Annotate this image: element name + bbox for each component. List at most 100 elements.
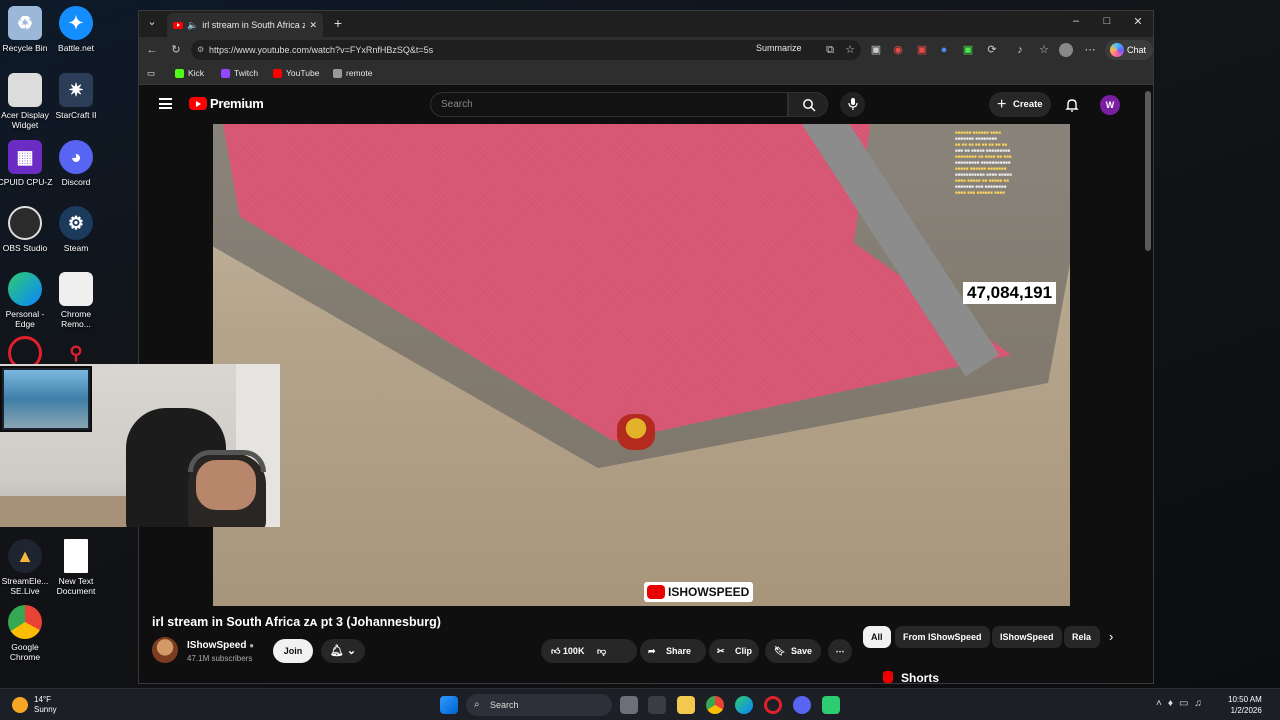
subscription-bell-button[interactable]: 🔔︎ ⌄: [321, 639, 365, 663]
maximize-icon[interactable]: □: [1096, 15, 1118, 31]
chip-related[interactable]: Rela: [1064, 626, 1100, 648]
edge-icon: [8, 272, 42, 306]
like-dislike-button[interactable]: 👍︎ 100K 👎︎: [541, 639, 637, 663]
extensions-puzzle-icon[interactable]: ⟳: [985, 43, 999, 57]
chevron-down-icon: ⌄: [346, 645, 357, 657]
search-input[interactable]: Search: [430, 92, 788, 117]
obs-icon: [8, 206, 42, 240]
desktop-icon-obs[interactable]: OBS Studio: [0, 206, 53, 253]
clip-button[interactable]: ✂ Clip: [709, 639, 759, 663]
weather-widget[interactable]: 14°F Sunny: [12, 695, 57, 715]
desktop-icon-chrome-remote[interactable]: Chrome Remo...: [48, 272, 104, 329]
refresh-icon[interactable]: ↻: [169, 43, 183, 57]
favorites-icon[interactable]: ♪: [1013, 43, 1027, 57]
display-icon[interactable]: ▭: [1179, 698, 1194, 709]
voice-search-button[interactable]: [840, 92, 865, 117]
site-info-icon[interactable]: ⚙: [197, 40, 204, 60]
thumbs-down-icon[interactable]: 👎︎: [597, 646, 606, 656]
desktop-icon-chrome[interactable]: Google Chrome: [0, 605, 53, 662]
widgets-icon[interactable]: [648, 696, 666, 714]
file-explorer-icon[interactable]: [677, 696, 695, 714]
account-avatar[interactable]: W: [1100, 95, 1120, 115]
system-tray[interactable]: ˄♦▭♫: [1156, 698, 1208, 709]
more-menu-icon[interactable]: ⋯: [1083, 43, 1097, 57]
desktop-icon-acer[interactable]: Acer Display Widget: [0, 73, 53, 130]
starcraft-icon: ✷: [59, 73, 93, 107]
copilot-chat-button[interactable]: Chat: [1105, 40, 1153, 60]
acer-icon: [8, 73, 42, 107]
split-screen-icon[interactable]: ⧉: [823, 43, 837, 57]
desktop-icon-cpuz[interactable]: ▦ CPUID CPU-Z: [0, 140, 53, 187]
desktop-icon-battlenet[interactable]: ✦ Battle.net: [48, 6, 104, 53]
desktop-icon-steam[interactable]: ⚙ Steam: [48, 206, 104, 253]
tab-youtube[interactable]: 🔈 irl stream in South Africa ᴢᴀ pt ✕: [167, 13, 323, 37]
video-player[interactable]: ■■■■■■ ■■■■■■ ■■■■ ■■■■■■■ ■■■■■■■■ ■■ ■…: [213, 124, 1070, 606]
bookmarks-folder-icon[interactable]: ▭: [147, 68, 155, 79]
bookmark-kick[interactable]: Kick: [175, 68, 204, 78]
menu-icon[interactable]: [159, 98, 172, 109]
discord-taskbar-icon[interactable]: [793, 696, 811, 714]
clock[interactable]: 10:50 AM 1/2/2026: [1228, 694, 1262, 716]
bookmark-remote[interactable]: remote: [333, 68, 372, 78]
extension-5-icon[interactable]: ▣: [961, 43, 975, 57]
share-button[interactable]: ➦ Share: [640, 639, 706, 663]
remote-icon: [333, 68, 342, 78]
opera-taskbar-icon[interactable]: [764, 696, 782, 714]
desktop-icon-text-document[interactable]: New Text Document: [48, 539, 104, 596]
close-tab-icon[interactable]: ✕: [309, 20, 317, 31]
channel-avatar[interactable]: [152, 637, 178, 663]
summarize-label: Summarize: [756, 43, 802, 53]
desktop-icon-streamelements[interactable]: ▲ StreamEle... SE.Live: [0, 539, 53, 596]
new-tab-icon[interactable]: +: [327, 15, 349, 31]
more-actions-button[interactable]: ⋯: [828, 639, 852, 663]
page-scrollbar[interactable]: [1145, 91, 1151, 251]
favorite-star-icon[interactable]: ☆: [843, 43, 857, 57]
summarize-button[interactable]: Summarize: [756, 43, 802, 53]
extension-1-icon[interactable]: ▣: [869, 43, 883, 57]
kick-icon: [175, 68, 184, 78]
desktop-icon-edge[interactable]: Personal - Edge: [0, 272, 53, 329]
extension-4-icon[interactable]: ●: [937, 43, 951, 57]
back-icon[interactable]: ←: [145, 43, 159, 57]
collections-icon[interactable]: ☆: [1037, 43, 1051, 57]
profile-icon[interactable]: [1059, 43, 1073, 57]
cpuz-icon: ▦: [8, 140, 42, 174]
app-taskbar-icon[interactable]: [822, 696, 840, 714]
chip-all[interactable]: All: [863, 626, 891, 648]
close-window-icon[interactable]: ✕: [1127, 15, 1149, 31]
url-text: https://www.youtube.com/watch?v=FYxRnfHB…: [209, 45, 434, 55]
extension-3-icon[interactable]: ▣: [915, 43, 929, 57]
youtube-premium-logo[interactable]: Premium: [189, 96, 264, 111]
search-button[interactable]: [788, 92, 828, 117]
taskbar-search[interactable]: ⌕ Search: [466, 694, 612, 716]
chrome-taskbar-icon[interactable]: [706, 696, 724, 714]
channel-name[interactable]: IShowSpeed ●: [187, 640, 254, 651]
minimize-icon[interactable]: –: [1065, 15, 1087, 31]
date: 1/2/2026: [1230, 706, 1262, 715]
chips-next-chevron-icon[interactable]: ›: [1109, 629, 1113, 644]
shorts-section-heading: Shorts: [883, 671, 939, 683]
desktop-icon-discord[interactable]: ◕ Discord: [48, 140, 104, 187]
bookmark-twitch[interactable]: Twitch: [221, 68, 258, 78]
join-button[interactable]: Join: [273, 639, 313, 663]
speaker-tray-icon[interactable]: ♫: [1194, 698, 1208, 709]
desktop-icon-recycle-bin[interactable]: ♻ Recycle Bin: [0, 6, 53, 53]
chip-channel[interactable]: IShowSpeed: [992, 626, 1062, 648]
tab-actions-chevron-icon[interactable]: ⌄: [141, 15, 163, 31]
bookmark-icon: 🔖︎: [774, 646, 786, 656]
desktop-icon-starcraft[interactable]: ✷ StarCraft II: [48, 73, 104, 120]
create-button[interactable]: Create: [989, 92, 1051, 117]
chip-from-channel[interactable]: From IShowSpeed: [895, 626, 990, 648]
edge-taskbar-icon[interactable]: [735, 696, 753, 714]
start-windows-icon[interactable]: [440, 696, 458, 714]
save-button[interactable]: 🔖︎ Save: [765, 639, 821, 663]
notifications-bell-icon[interactable]: [1064, 97, 1080, 113]
task-view-icon[interactable]: [620, 696, 638, 714]
microphone-tray-icon[interactable]: ♦: [1168, 698, 1179, 709]
extension-2-icon[interactable]: ◉: [891, 43, 905, 57]
discord-icon: ◕: [59, 140, 93, 174]
bookmark-youtube[interactable]: YouTube: [273, 68, 319, 78]
thumbs-up-icon: 👍︎: [551, 646, 561, 656]
speaker-icon[interactable]: 🔈: [187, 20, 198, 31]
chevron-up-icon[interactable]: ˄: [1156, 698, 1168, 709]
